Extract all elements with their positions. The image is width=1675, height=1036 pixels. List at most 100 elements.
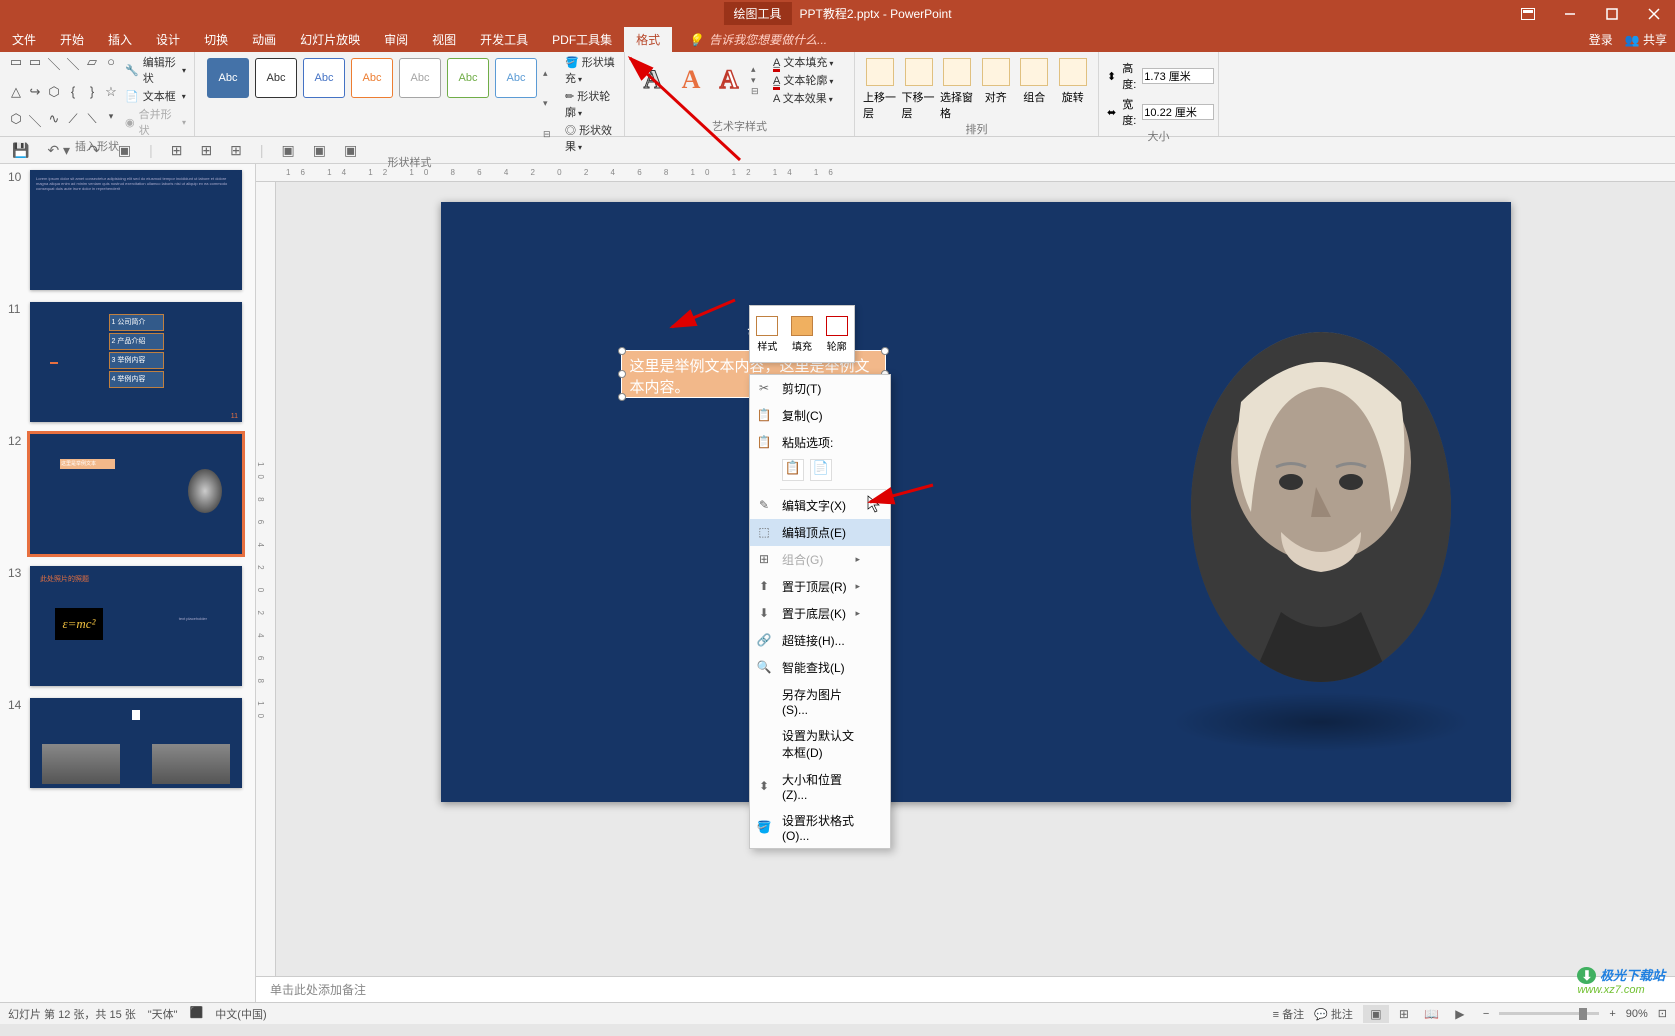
selection-pane-button[interactable]: 选择窗格 — [940, 58, 975, 121]
share-button[interactable]: 👥 共享 — [1625, 31, 1667, 48]
send-backward-label: 下移一层 — [902, 89, 937, 121]
handle-nw[interactable] — [618, 347, 626, 355]
mini-style-button[interactable]: 样式 — [756, 316, 778, 353]
rotate-button[interactable]: 旋转 — [1056, 58, 1091, 105]
ctx-bring-to-front[interactable]: ⬆置于顶层(R)▸ — [750, 573, 890, 600]
handle-w[interactable] — [618, 370, 626, 378]
scissors-icon: ✂ — [756, 381, 772, 397]
mini-style-label: 样式 — [757, 338, 777, 353]
tab-transition[interactable]: 切换 — [192, 27, 240, 52]
notes-pane[interactable]: 单击此处添加备注 — [256, 976, 1675, 1002]
ctx-send-to-back[interactable]: ⬇置于底层(K)▸ — [750, 600, 890, 627]
thumbnail-slide-11[interactable]: 11 1 公司简介 2 产品介绍 3 举例内容 4 举例内容 11 — [0, 296, 255, 428]
align-button[interactable]: 对齐 — [979, 58, 1014, 105]
tab-format[interactable]: 格式 — [624, 27, 672, 52]
tab-insert[interactable]: 插入 — [96, 27, 144, 52]
mini-fill-button[interactable]: 填充 — [791, 316, 813, 353]
ctx-smart-lookup[interactable]: 🔍智能查找(L) — [750, 654, 890, 681]
paste-option-1[interactable]: 📋 — [782, 459, 804, 481]
thumbnail-slide-12[interactable]: 12 这里是举例文本 — [0, 428, 255, 560]
tab-developer[interactable]: 开发工具 — [468, 27, 540, 52]
status-notes-button[interactable]: ≡ 备注 — [1273, 1006, 1304, 1022]
group-label: 组合 — [1023, 89, 1045, 105]
text-outline-label: 文本轮廓 — [783, 75, 827, 87]
tab-pdf-tools[interactable]: PDF工具集 — [540, 27, 624, 52]
maximize-button[interactable] — [1591, 0, 1633, 27]
ctx-copy[interactable]: 📋复制(C) — [750, 402, 890, 429]
text-effects-label: 文本效果 — [783, 93, 827, 105]
zoom-in-button[interactable]: + — [1609, 1008, 1615, 1020]
tab-slideshow[interactable]: 幻灯片放映 — [288, 27, 372, 52]
edit-shape-button[interactable]: 🔧 编辑形状▾ — [125, 54, 186, 86]
text-outline-button[interactable]: A̲ 文本轮廓▾ — [773, 72, 833, 88]
merge-shape-button[interactable]: ◉ 合并形状▾ — [125, 106, 186, 138]
text-box-button[interactable]: 📄 文本框▾ — [125, 88, 186, 104]
paste-option-2[interactable]: 📄 — [810, 459, 832, 481]
shape-style-7[interactable]: Abc — [495, 58, 537, 98]
handle-sw[interactable] — [618, 393, 626, 401]
annotation-arrow-1 — [610, 50, 750, 170]
tab-design[interactable]: 设计 — [144, 27, 192, 52]
thumb11-box1: 1 公司简介 — [109, 314, 164, 331]
view-slideshow-button[interactable]: ▶ — [1447, 1005, 1473, 1023]
thumbnail-slide-13[interactable]: 13 此处照片的照题 ε=mc² text placeholder — [0, 560, 255, 692]
slide-canvas[interactable]: 这里是举例文本内容，这里是举例文本内容。 ↻ — [441, 202, 1511, 802]
status-language[interactable]: 中文(中国) — [215, 1006, 266, 1022]
rotate-label: 旋转 — [1062, 89, 1084, 105]
shape-effects-button[interactable]: ◎ 形状效果▾ — [565, 122, 616, 154]
fit-to-window-button[interactable]: ⊡ — [1658, 1007, 1667, 1020]
thumbnail-slide-10[interactable]: 10 Lorem ipsum dolor sit amet consectetu… — [0, 164, 255, 296]
height-input[interactable] — [1142, 68, 1214, 84]
ctx-edit-points[interactable]: ⬚编辑顶点(E) — [750, 519, 890, 546]
zoom-slider[interactable] — [1499, 1012, 1599, 1015]
ctx-hyperlink[interactable]: 🔗超链接(H)... — [750, 627, 890, 654]
tab-home[interactable]: 开始 — [48, 27, 96, 52]
mini-fill-label: 填充 — [792, 338, 812, 353]
tab-review[interactable]: 审阅 — [372, 27, 420, 52]
zoom-level[interactable]: 90% — [1626, 1008, 1648, 1020]
login-button[interactable]: 登录 — [1589, 31, 1613, 48]
handle-ne[interactable] — [881, 347, 889, 355]
slide-thumbnail-panel[interactable]: 10 Lorem ipsum dolor sit amet consectetu… — [0, 164, 256, 1002]
text-fill-button[interactable]: A̲ 文本填充▾ — [773, 54, 833, 70]
tab-view[interactable]: 视图 — [420, 27, 468, 52]
shape-fill-button[interactable]: 🪣 形状填充▾ — [565, 54, 616, 86]
group-button[interactable]: 组合 — [1017, 58, 1052, 105]
tell-me-search[interactable]: 💡 告诉我您想要做什么... — [672, 31, 827, 48]
shape-style-3[interactable]: Abc — [303, 58, 345, 98]
view-sorter-button[interactable]: ⊞ — [1391, 1005, 1417, 1023]
zoom-out-button[interactable]: − — [1483, 1008, 1489, 1020]
group-label-size: 大小 — [1107, 128, 1210, 144]
shapes-gallery[interactable]: ▭▭＼＼▱○ △↪⬡{}☆ ⬡＼∿⟋⟍▾ — [8, 54, 119, 138]
thumbnail-slide-14[interactable]: 14 — [0, 692, 255, 794]
send-backward-button[interactable]: 下移一层 — [902, 58, 937, 121]
status-comments-button[interactable]: 💬 批注 — [1314, 1006, 1353, 1022]
einstein-image[interactable] — [1191, 332, 1451, 682]
mini-outline-button[interactable]: 轮廓 — [826, 316, 848, 353]
shape-style-gallery[interactable]: Abc Abc Abc Abc Abc Abc Abc ▴▾⊟ — [203, 54, 559, 154]
text-effects-button[interactable]: A 文本效果▾ — [773, 90, 833, 106]
shape-style-6[interactable]: Abc — [447, 58, 489, 98]
view-normal-button[interactable]: ▣ — [1363, 1005, 1389, 1023]
status-slide-info: 幻灯片 第 12 张，共 15 张 — [8, 1006, 136, 1022]
shape-style-4[interactable]: Abc — [351, 58, 393, 98]
bring-forward-button[interactable]: 上移一层 — [863, 58, 898, 121]
ctx-save-as-picture[interactable]: 另存为图片(S)... — [750, 681, 890, 722]
ctx-format-shape[interactable]: 🪣设置形状格式(O)... — [750, 807, 890, 848]
send-back-icon: ⬇ — [756, 606, 772, 622]
ribbon-display-options-button[interactable] — [1507, 0, 1549, 27]
shape-style-2[interactable]: Abc — [255, 58, 297, 98]
view-reading-button[interactable]: 📖 — [1419, 1005, 1445, 1023]
tab-file[interactable]: 文件 — [0, 27, 48, 52]
bring-forward-label: 上移一层 — [863, 89, 898, 121]
shape-style-5[interactable]: Abc — [399, 58, 441, 98]
ctx-size-position[interactable]: ⬍大小和位置(Z)... — [750, 766, 890, 807]
ctx-set-default-textbox[interactable]: 设置为默认文本框(D) — [750, 722, 890, 766]
width-input[interactable] — [1142, 104, 1214, 120]
shape-style-1[interactable]: Abc — [207, 58, 249, 98]
shape-outline-button[interactable]: ✏ 形状轮廓▾ — [565, 88, 616, 120]
minimize-button[interactable] — [1549, 0, 1591, 27]
tab-animation[interactable]: 动画 — [240, 27, 288, 52]
close-button[interactable] — [1633, 0, 1675, 27]
ctx-cut[interactable]: ✂剪切(T) — [750, 375, 890, 402]
